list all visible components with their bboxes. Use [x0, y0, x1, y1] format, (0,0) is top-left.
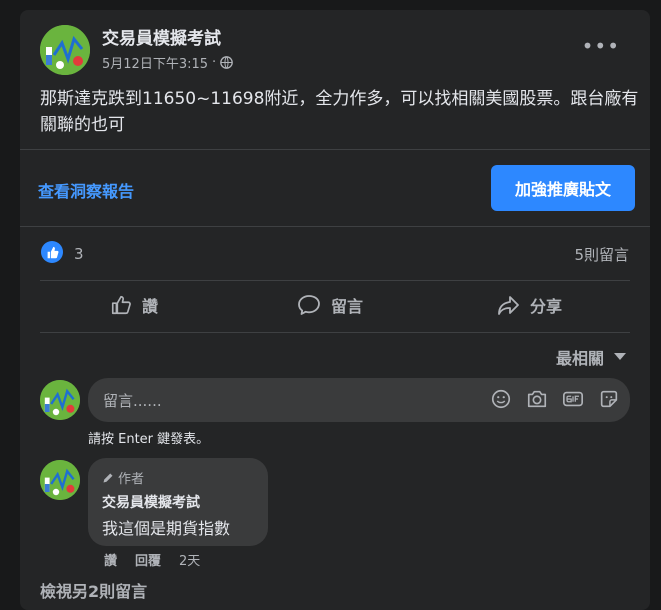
thumbs-up-icon — [110, 294, 132, 316]
user-avatar[interactable] — [40, 380, 80, 420]
post-author[interactable]: 交易員模擬考試 — [102, 24, 221, 49]
like-reaction-icon[interactable] — [41, 241, 63, 263]
sort-label: 最相關 — [555, 349, 604, 368]
boost-post-button[interactable]: 加強推廣貼文 — [491, 165, 635, 211]
post-meta: 5月12日下午3:15 · — [102, 53, 233, 72]
commenter-name[interactable]: 交易員模擬考試 — [102, 492, 200, 512]
pencil-icon — [102, 472, 114, 484]
meta-separator: · — [212, 55, 217, 70]
comment-placeholder: 留言...... — [103, 392, 162, 410]
page-avatar[interactable] — [40, 25, 90, 75]
comment-reply-link[interactable]: 回覆 — [135, 550, 161, 569]
share-label: 分享 — [530, 297, 563, 316]
post-card: 交易員模擬考試 5月12日下午3:15 · ••• 那斯達克跌到11650~11… — [20, 10, 650, 610]
composer-icons — [490, 388, 620, 410]
comment-label: 留言 — [331, 297, 364, 316]
comment-count[interactable]: 5則留言 — [574, 244, 629, 265]
globe-icon — [220, 56, 233, 69]
share-button[interactable]: 分享 — [496, 293, 562, 317]
commenter-avatar[interactable] — [40, 460, 80, 500]
comment-button[interactable]: 留言 — [297, 293, 363, 317]
divider — [20, 149, 650, 150]
comment-like-link[interactable]: 讚 — [104, 550, 117, 569]
view-more-comments[interactable]: 檢視另2則留言 — [40, 578, 147, 602]
divider — [40, 332, 630, 333]
author-badge: 作者 — [102, 468, 144, 487]
divider — [20, 226, 650, 227]
sort-dropdown[interactable]: 最相關 — [556, 345, 626, 369]
post-timestamp[interactable]: 5月12日下午3:15 — [102, 53, 208, 72]
like-label: 讚 — [142, 297, 159, 316]
comment-text: 我這個是期貨指數 — [102, 519, 231, 538]
gif-icon[interactable] — [562, 388, 584, 410]
share-icon — [496, 294, 520, 316]
divider — [40, 280, 630, 281]
emoji-icon[interactable] — [490, 388, 512, 410]
post-body: 那斯達克跌到11650~11698附近，全力作多，可以找相關美國股票。跟台廠有關… — [40, 89, 639, 135]
comment-actions: 讚 回覆 2天 — [104, 550, 200, 569]
like-count[interactable]: 3 — [74, 245, 84, 263]
comment-input[interactable]: 留言...... — [88, 378, 630, 422]
caret-down-icon — [614, 353, 626, 361]
enter-hint: 請按 Enter 鍵發表。 — [88, 432, 210, 447]
comment-icon — [297, 294, 321, 316]
camera-icon[interactable] — [526, 388, 548, 410]
author-badge-label: 作者 — [118, 472, 145, 487]
insights-link[interactable]: 查看洞察報告 — [38, 178, 134, 202]
more-options-icon[interactable]: ••• — [582, 34, 620, 58]
sticker-icon[interactable] — [598, 388, 620, 410]
like-button[interactable]: 讚 — [110, 293, 158, 317]
comment-age[interactable]: 2天 — [179, 550, 200, 569]
comment-bubble: 作者 交易員模擬考試 我這個是期貨指數 — [88, 458, 268, 546]
